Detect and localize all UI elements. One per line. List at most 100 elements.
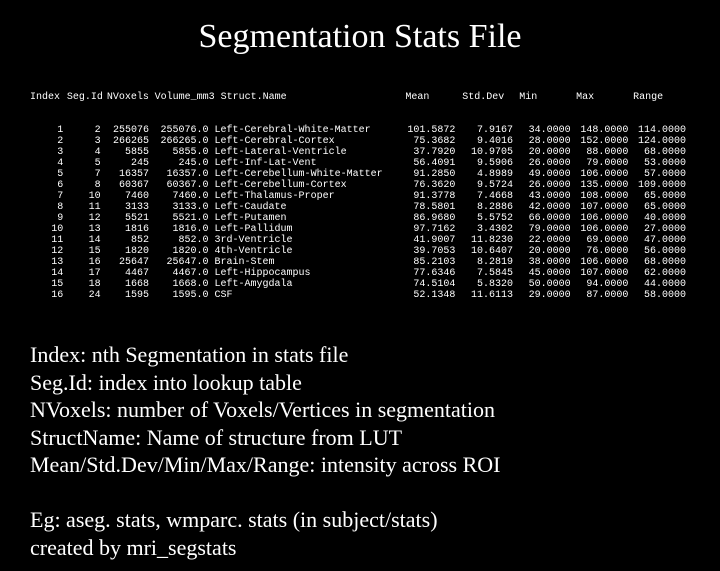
- cell-name: Left-Cerebral-White-Matter: [213, 125, 402, 136]
- cell-index: 1: [30, 125, 67, 136]
- cell-mean: 97.7162: [402, 224, 460, 235]
- cell-min: 26.0000: [517, 180, 575, 191]
- cell-max: 106.0000: [575, 257, 633, 268]
- cell-range: 57.0000: [632, 169, 690, 180]
- cell-vol: 1820.0: [153, 246, 213, 257]
- cell-max: 79.0000: [575, 158, 633, 169]
- cell-index: 13: [30, 257, 67, 268]
- cell-max: 107.0000: [575, 202, 633, 213]
- cell-range: 65.0000: [632, 202, 690, 213]
- cell-index: 3: [30, 147, 67, 158]
- cell-max: 69.0000: [575, 235, 633, 246]
- cell-range: 68.0000: [632, 147, 690, 158]
- cell-seg: 5: [67, 158, 104, 169]
- cell-mean: 76.3620: [402, 180, 460, 191]
- cell-mean: 56.4091: [402, 158, 460, 169]
- cell-max: 152.0000: [575, 136, 633, 147]
- table-row: 571635716357.0Left-Cerebellum-White-Matt…: [30, 169, 690, 180]
- cell-range: 56.0000: [632, 246, 690, 257]
- cell-index: 2: [30, 136, 67, 147]
- cell-min: 29.0000: [517, 290, 575, 301]
- cell-mean: 91.2850: [402, 169, 460, 180]
- cell-min: 79.0000: [517, 224, 575, 235]
- cell-min: 66.0000: [517, 213, 575, 224]
- cell-mean: 91.3778: [402, 191, 460, 202]
- hdr-std: Std.Dev: [462, 92, 519, 103]
- cell-std: 10.9705: [459, 147, 517, 158]
- cell-std: 3.4302: [459, 224, 517, 235]
- legend-line: Index: nth Segmentation in stats file: [30, 341, 690, 369]
- cell-max: 76.0000: [575, 246, 633, 257]
- hdr-range: Range: [633, 92, 690, 103]
- cell-range: 62.0000: [632, 268, 690, 279]
- table-row: 71074607460.0Left-Thalamus-Proper91.3778…: [30, 191, 690, 202]
- cell-max: 106.0000: [575, 213, 633, 224]
- cell-nvox: 3133: [105, 202, 153, 213]
- cell-vol: 1595.0: [153, 290, 213, 301]
- cell-min: 22.0000: [517, 235, 575, 246]
- cell-vol: 852.0: [153, 235, 213, 246]
- cell-mean: 85.2103: [402, 257, 460, 268]
- legend-line: Mean/Std.Dev/Min/Max/Range: intensity ac…: [30, 451, 690, 479]
- cell-index: 6: [30, 180, 67, 191]
- cell-range: 27.0000: [632, 224, 690, 235]
- cell-seg: 12: [67, 213, 104, 224]
- cell-name: Left-Cerebellum-Cortex: [213, 180, 402, 191]
- cell-seg: 14: [67, 235, 104, 246]
- legend: Index: nth Segmentation in stats fileSeg…: [30, 341, 690, 561]
- cell-range: 109.0000: [632, 180, 690, 191]
- cell-index: 5: [30, 169, 67, 180]
- cell-vol: 60367.0: [153, 180, 213, 191]
- cell-index: 8: [30, 202, 67, 213]
- cell-range: 53.0000: [632, 158, 690, 169]
- cell-nvox: 25647: [105, 257, 153, 268]
- cell-std: 9.5724: [459, 180, 517, 191]
- cell-index: 10: [30, 224, 67, 235]
- hdr-seg: Seg.Id: [67, 92, 107, 103]
- cell-name: Left-Amygdala: [213, 279, 402, 290]
- cell-name: Left-Lateral-Ventricle: [213, 147, 402, 158]
- cell-vol: 1816.0: [153, 224, 213, 235]
- table-row: 45245245.0Left-Inf-Lat-Vent56.40919.5906…: [30, 158, 690, 169]
- cell-name: 4th-Ventricle: [213, 246, 402, 257]
- cell-min: 43.0000: [517, 191, 575, 202]
- cell-seg: 7: [67, 169, 104, 180]
- cell-max: 106.0000: [575, 224, 633, 235]
- cell-max: 108.0000: [575, 191, 633, 202]
- hdr-max: Max: [576, 92, 633, 103]
- table-row: 686036760367.0Left-Cerebellum-Cortex76.3…: [30, 180, 690, 191]
- cell-min: 34.0000: [517, 125, 575, 136]
- table-row: 91255215521.0Left-Putamen86.96805.575266…: [30, 213, 690, 224]
- cell-min: 50.0000: [517, 279, 575, 290]
- cell-mean: 37.7920: [402, 147, 460, 158]
- cell-name: Left-Inf-Lat-Vent: [213, 158, 402, 169]
- legend-line: StructName: Name of structure from LUT: [30, 424, 690, 452]
- hdr-mean: Mean: [405, 92, 462, 103]
- cell-vol: 4467.0: [153, 268, 213, 279]
- cell-name: Left-Cerebellum-White-Matter: [213, 169, 402, 180]
- cell-range: 124.0000: [632, 136, 690, 147]
- cell-seg: 13: [67, 224, 104, 235]
- cell-std: 5.8320: [459, 279, 517, 290]
- table-row: 13162564725647.0Brain-Stem85.21038.28193…: [30, 257, 690, 268]
- cell-min: 49.0000: [517, 169, 575, 180]
- cell-min: 20.0000: [517, 147, 575, 158]
- cell-vol: 1668.0: [153, 279, 213, 290]
- table-row: 141744674467.0Left-Hippocampus77.63467.5…: [30, 268, 690, 279]
- cell-nvox: 1595: [105, 290, 153, 301]
- cell-range: 65.0000: [632, 191, 690, 202]
- cell-index: 14: [30, 268, 67, 279]
- table-header: Index Seg.Id NVoxels Volume_mm3 Struct.N…: [30, 92, 690, 103]
- legend-line: Seg.Id: index into lookup table: [30, 369, 690, 397]
- cell-nvox: 1816: [105, 224, 153, 235]
- legend-line: created by mri_segstats: [30, 534, 690, 562]
- cell-std: 7.4668: [459, 191, 517, 202]
- cell-std: 4.8989: [459, 169, 517, 180]
- cell-range: 58.0000: [632, 290, 690, 301]
- hdr-index: Index: [30, 92, 67, 103]
- cell-seg: 24: [67, 290, 104, 301]
- cell-index: 9: [30, 213, 67, 224]
- cell-nvox: 852: [105, 235, 153, 246]
- cell-max: 107.0000: [575, 268, 633, 279]
- cell-std: 8.2886: [459, 202, 517, 213]
